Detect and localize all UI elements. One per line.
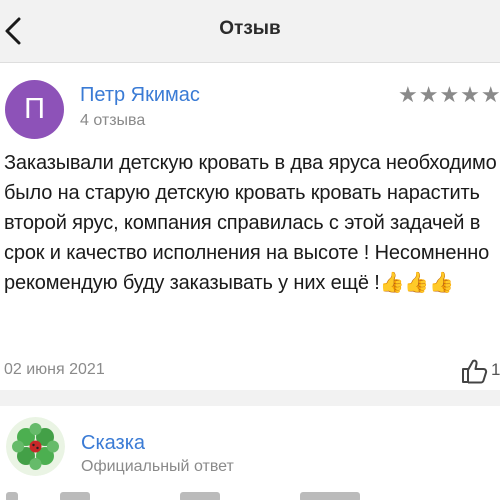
top-bar: Отзыв bbox=[0, 0, 500, 63]
official-response-label: Официальный ответ bbox=[81, 458, 234, 475]
avatar-letter: П bbox=[24, 93, 45, 125]
review-date: 02 июня 2021 bbox=[4, 361, 105, 378]
page-title: Отзыв bbox=[219, 18, 281, 39]
avatar[interactable]: П bbox=[5, 80, 64, 139]
author-name[interactable]: Петр Якимас bbox=[80, 84, 200, 107]
section-divider bbox=[0, 390, 500, 406]
clover-logo-icon[interactable] bbox=[6, 417, 65, 476]
like-count: 1 bbox=[491, 360, 500, 379]
company-name[interactable]: Сказка bbox=[81, 432, 145, 455]
thumbs-up-icon[interactable] bbox=[461, 358, 489, 384]
rating-stars: ★★★★★ bbox=[398, 82, 500, 107]
review-text: Заказывали детскую кровать в два яруса н… bbox=[4, 148, 500, 298]
author-reviews-count: 4 отзыва bbox=[80, 112, 146, 129]
response-text-cut-off bbox=[0, 490, 500, 500]
thumbs-up-emoji: 👍👍👍 bbox=[379, 272, 454, 294]
